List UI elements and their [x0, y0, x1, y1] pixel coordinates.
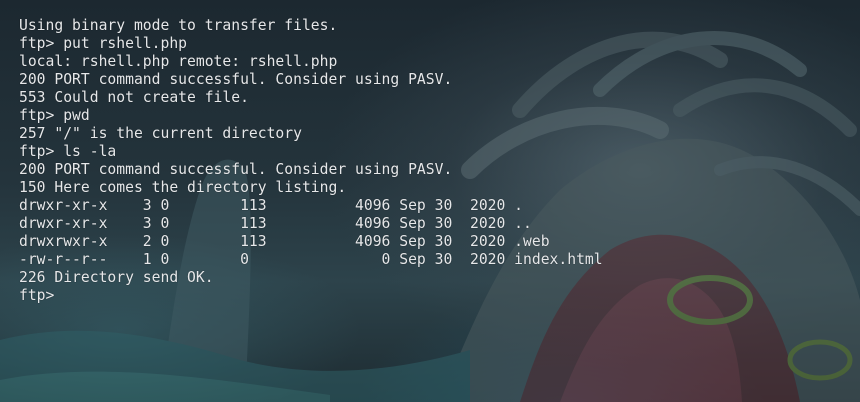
terminal-line: ftp> put rshell.php — [19, 35, 188, 52]
terminal-line: 226 Directory send OK. — [19, 269, 214, 286]
directory-listing-row: drwxrwxr-x 2 0 113 4096 Sep 30 2020 .web — [19, 233, 550, 250]
terminal-line: Using binary mode to transfer files. — [19, 17, 338, 34]
command-prompt[interactable]: ftp> — [19, 287, 603, 305]
directory-listing-row: drwxr-xr-x 3 0 113 4096 Sep 30 2020 .. — [19, 215, 532, 232]
terminal-line: 257 "/" is the current directory — [19, 125, 302, 142]
terminal-line: ftp> ls -la — [19, 143, 117, 160]
terminal-line: 150 Here comes the directory listing. — [19, 179, 347, 196]
directory-listing-row: drwxr-xr-x 3 0 113 4096 Sep 30 2020 . — [19, 197, 524, 214]
terminal-window[interactable]: Using binary mode to transfer files. ftp>… — [0, 0, 860, 402]
terminal-line: 200 PORT command successful. Consider us… — [19, 71, 453, 88]
terminal-line: 553 Could not create file. — [19, 89, 249, 106]
terminal-output: Using binary mode to transfer files. ftp>… — [19, 17, 603, 305]
terminal-line: 200 PORT command successful. Consider us… — [19, 161, 453, 178]
terminal-line: ftp> pwd — [19, 107, 90, 124]
directory-listing-row: -rw-r--r-- 1 0 0 0 Sep 30 2020 index.htm… — [19, 251, 603, 268]
terminal-line: local: rshell.php remote: rshell.php — [19, 53, 338, 70]
